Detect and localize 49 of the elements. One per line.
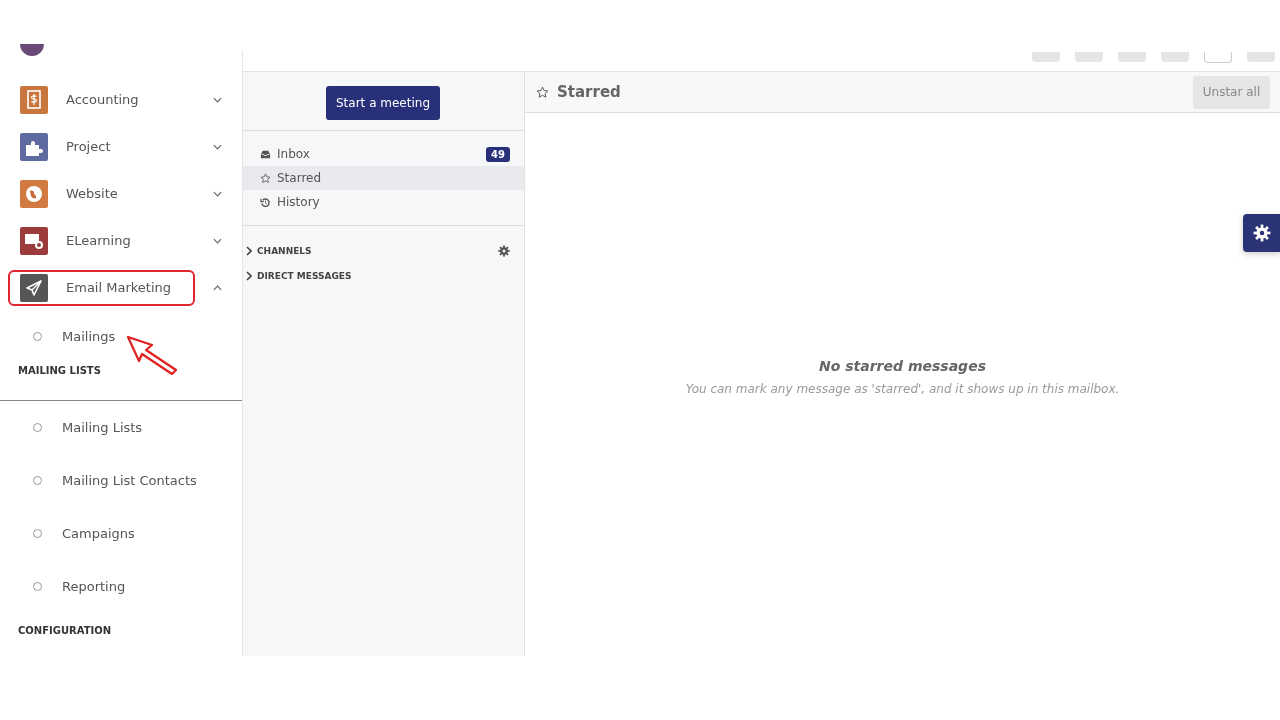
app-icon [20, 85, 48, 114]
app-icon [20, 273, 48, 302]
mailbox-label: Starred [277, 171, 322, 185]
menu-item[interactable]: Accounting [8, 81, 195, 118]
menu-item[interactable]: Website [8, 175, 195, 212]
settings-icon[interactable] [498, 244, 510, 257]
menu-item[interactable]: Project [8, 128, 195, 165]
star-icon [260, 172, 271, 184]
start-meeting-button[interactable]: Start a meeting [326, 86, 440, 120]
section-heading: CONFIGURATION [17, 623, 113, 638]
empty-state-text: You can mark any message as 'starred', and it shows up in this mailbox. [685, 382, 1120, 396]
menu-label: Website [66, 186, 118, 201]
app-icon [20, 226, 48, 255]
settings-button[interactable] [1243, 214, 1280, 252]
submenu-item[interactable]: Mailing Lists [62, 420, 143, 435]
mailbox-label: Inbox [277, 147, 310, 161]
chevron-icon[interactable] [213, 284, 222, 291]
empty-state-title: No starred messages [819, 358, 986, 374]
chevron-icon[interactable] [213, 190, 222, 197]
unread-counter: 49 [486, 146, 510, 162]
chevron-icon[interactable] [213, 237, 222, 244]
group-heading[interactable]: CHANNELS [257, 245, 312, 256]
mailbox-item[interactable]: Inbox 49 [243, 142, 524, 166]
mailbox-item[interactable]: History [243, 190, 524, 214]
chevron-icon[interactable] [246, 245, 252, 256]
menu-label: Email Marketing [66, 280, 171, 295]
submenu-item[interactable]: Reporting [62, 579, 126, 594]
app-icon [20, 179, 48, 208]
submenu-item[interactable]: Campaigns [62, 526, 135, 541]
app-icon [20, 44, 44, 56]
chevron-icon[interactable] [213, 143, 222, 150]
submenu-item[interactable]: Mailing List Contacts [62, 473, 197, 488]
mailbox-item[interactable]: Starred [243, 166, 524, 190]
group-heading[interactable]: DIRECT MESSAGES [257, 270, 352, 281]
star-icon [536, 85, 549, 99]
mailbox-label: History [277, 195, 320, 209]
chevron-icon[interactable] [246, 270, 252, 281]
history-icon [260, 196, 271, 208]
menu-label: Accounting [66, 92, 139, 107]
menu-item[interactable]: ELearning [8, 222, 195, 259]
app-icon [20, 132, 48, 161]
menu-item[interactable]: Email Marketing [8, 269, 195, 306]
submenu-item[interactable]: Mailings [62, 328, 116, 344]
menu-label: ELearning [66, 233, 131, 248]
chevron-icon[interactable] [213, 96, 222, 103]
page-title: Starred [557, 83, 621, 101]
gear-icon [1253, 224, 1271, 242]
menu-label: Project [66, 139, 111, 154]
section-heading: MAILING LISTS [0, 361, 242, 401]
